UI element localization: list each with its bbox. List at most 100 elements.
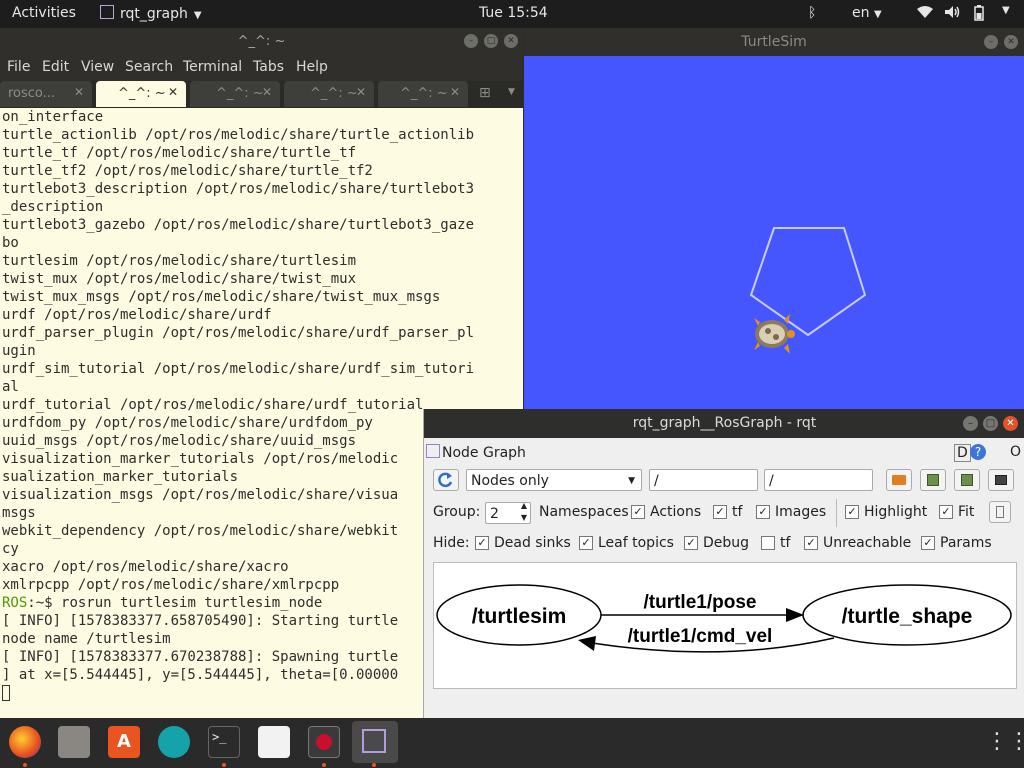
output-line: turtlesim /opt/ros/melodic/share/turtles… xyxy=(2,253,357,269)
minimize-icon[interactable]: – xyxy=(464,34,478,48)
terminal-icon[interactable]: >_ xyxy=(208,726,240,758)
fit-in-view-button[interactable] xyxy=(989,501,1011,523)
save-svg-button[interactable] xyxy=(954,469,980,491)
close-tab-icon[interactable]: ✕ xyxy=(74,85,84,99)
options-button[interactable]: O xyxy=(1010,444,1021,460)
terminal-tab[interactable]: ^_^: ~ ✕ xyxy=(378,81,468,107)
running-indicator xyxy=(372,763,376,767)
tf-label: tf xyxy=(732,504,743,520)
menu-terminal[interactable]: Terminal xyxy=(183,59,242,75)
plugin-header: Node Graph xyxy=(426,444,526,461)
maximize-icon[interactable]: □ xyxy=(484,34,498,48)
output-line: urdf /opt/ros/melodic/share/urdf xyxy=(2,307,272,323)
turtlesim-window[interactable]: TurtleSim – ✕ xyxy=(524,28,1024,410)
output-line: turtlebot3_description /opt/ros/melodic/… xyxy=(2,181,475,197)
rqt-app-icon xyxy=(100,5,114,19)
menu-search[interactable]: Search xyxy=(125,59,173,75)
terminal-tab[interactable]: rosco... ✕ xyxy=(0,81,92,107)
volume-icon[interactable] xyxy=(944,5,962,23)
rviz-icon[interactable] xyxy=(308,726,340,758)
terminal-tab-active[interactable]: ^_^: ~ ✕ xyxy=(96,81,186,107)
terminal-tab[interactable]: ^_^: ~ ✕ xyxy=(284,81,374,107)
close-icon[interactable]: ✕ xyxy=(1003,416,1018,431)
menu-view[interactable]: View xyxy=(81,59,114,75)
close-tab-icon[interactable]: ✕ xyxy=(262,85,272,99)
battery-icon[interactable] xyxy=(974,5,984,25)
tab-label: ^_^: ~ xyxy=(310,86,358,101)
rqt-window[interactable]: rqt_graph__RosGraph - rqt – □ ✕ Node Gra… xyxy=(423,409,1024,718)
node-graph-view[interactable]: /turtlesim /turtle_shape /turtle1/pose /… xyxy=(433,562,1017,689)
rqt-title: rqt_graph__RosGraph - rqt xyxy=(632,415,817,431)
close-icon[interactable]: ✕ xyxy=(1004,35,1018,49)
plugin-title: Node Graph xyxy=(442,445,526,461)
close-icon[interactable]: ✕ xyxy=(504,34,518,48)
wifi-icon[interactable] xyxy=(916,5,934,23)
running-indicator xyxy=(222,763,226,767)
save-image-button[interactable] xyxy=(988,469,1014,491)
chevron-down-icon: ▼ xyxy=(873,9,882,20)
menu-tabs[interactable]: Tabs xyxy=(253,59,284,75)
dock-button[interactable]: D xyxy=(954,444,971,462)
tf-hide-checkbox[interactable] xyxy=(761,536,775,550)
close-tab-icon[interactable]: ✕ xyxy=(450,85,460,99)
save-dot-button[interactable] xyxy=(920,469,946,491)
rqt-icon[interactable] xyxy=(352,721,398,763)
rqt-titlebar[interactable]: rqt_graph__RosGraph - rqt – □ ✕ xyxy=(424,409,1024,438)
minimize-icon[interactable]: – xyxy=(984,35,998,49)
text-editor-icon[interactable] xyxy=(258,726,290,758)
group-spinbox[interactable]: 2 ▲ ▼ xyxy=(485,500,531,524)
bluetooth-icon[interactable]: ᛒ xyxy=(808,5,816,21)
graph-mode-value: Nodes only xyxy=(471,473,549,489)
terminal-tab[interactable]: ^_^: ~ ✕ xyxy=(190,81,280,107)
clock[interactable]: Tue 15:54 xyxy=(479,5,548,21)
system-menu-chevron-icon[interactable]: ▼ xyxy=(1002,5,1010,16)
params-label: Params xyxy=(940,535,992,551)
image-icon xyxy=(995,475,1007,485)
tf-checkbox[interactable]: ✓ xyxy=(713,505,727,519)
leaf-topics-checkbox[interactable]: ✓ xyxy=(579,536,593,550)
namespace-filter-input[interactable]: / xyxy=(649,469,758,491)
edge-pose-label: /turtle1/pose xyxy=(644,592,757,613)
menu-edit[interactable]: Edit xyxy=(42,59,69,75)
close-tab-icon[interactable]: ✕ xyxy=(356,85,366,99)
dock: A >_ ⋮⋮ xyxy=(0,718,1024,768)
params-checkbox[interactable]: ✓ xyxy=(921,536,935,550)
help-icon[interactable]: ? xyxy=(970,444,986,460)
unreachable-checkbox[interactable]: ✓ xyxy=(804,536,818,550)
graph-canvas: /turtlesim /turtle_shape /turtle1/pose /… xyxy=(436,584,1012,653)
tab-list-chevron-icon[interactable]: ▼ xyxy=(508,87,515,97)
graph-mode-select[interactable]: Nodes only ▼ xyxy=(466,469,642,491)
minimize-icon[interactable]: – xyxy=(963,416,978,431)
images-checkbox[interactable]: ✓ xyxy=(756,505,770,519)
turtlesim-titlebar[interactable]: TurtleSim – ✕ xyxy=(524,28,1024,56)
app-menu[interactable]: rqt_graph ▼ xyxy=(100,5,202,22)
terminal-titlebar[interactable]: ^_^: ~ – □ ✕ xyxy=(0,28,523,55)
highlight-checkbox[interactable]: ✓ xyxy=(845,505,859,519)
new-tab-icon[interactable]: ⊞ xyxy=(479,85,491,101)
debug-checkbox[interactable]: ✓ xyxy=(684,536,698,550)
firefox-icon[interactable] xyxy=(9,726,41,758)
prompt-user: ROS xyxy=(2,595,28,611)
menu-help[interactable]: Help xyxy=(296,59,328,75)
activities-button[interactable]: Activities xyxy=(12,5,76,21)
spin-arrows-icon[interactable]: ▲ ▼ xyxy=(521,500,527,524)
files-icon[interactable] xyxy=(58,726,90,758)
show-apps-icon[interactable]: ⋮⋮ xyxy=(986,726,1024,758)
dead-sinks-checkbox[interactable]: ✓ xyxy=(475,536,489,550)
menu-file[interactable]: File xyxy=(7,59,30,75)
running-indicator xyxy=(23,763,27,767)
maximize-icon[interactable]: □ xyxy=(983,416,998,431)
top-panel: Activities rqt_graph ▼ Tue 15:54 ᛒ en ▼ ▼ xyxy=(0,0,1024,28)
actions-checkbox[interactable]: ✓ xyxy=(631,505,645,519)
fit-checkbox[interactable]: ✓ xyxy=(939,505,953,519)
close-tab-icon[interactable]: ✕ xyxy=(168,85,178,99)
arduino-icon[interactable] xyxy=(158,726,190,758)
output-line: bo xyxy=(2,235,19,251)
highlight-label: Highlight xyxy=(864,504,928,520)
edge-pose-arrowhead xyxy=(786,608,804,622)
topic-filter-input[interactable]: / xyxy=(764,469,873,491)
software-icon[interactable]: A xyxy=(108,726,140,758)
load-dot-button[interactable] xyxy=(886,469,912,491)
refresh-button[interactable] xyxy=(433,469,459,491)
language-indicator[interactable]: en ▼ xyxy=(852,5,882,21)
